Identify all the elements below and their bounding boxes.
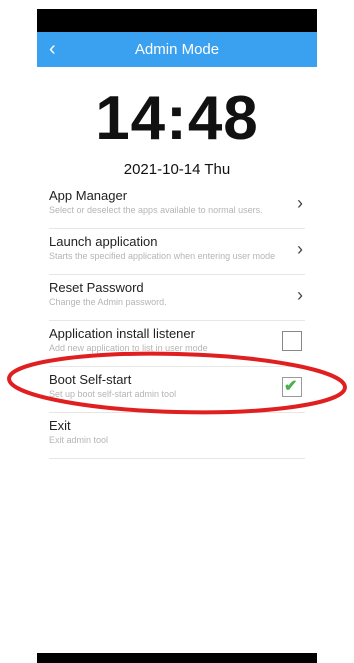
menu-item-subtitle: Add new application to list in user mode [49, 343, 208, 353]
menu-item-install-listener[interactable]: Application install listener Add new app… [49, 322, 305, 367]
menu-item-title: App Manager [49, 188, 128, 203]
menu-item-title: Boot Self-start [49, 372, 132, 387]
menu-item-reset-password[interactable]: Reset Password Change the Admin password… [49, 276, 305, 321]
boot-self-start-checkbox[interactable]: ✔ [282, 377, 302, 397]
phone-screen: ‹ Admin Mode 14:48 2021-10-14 Thu App Ma… [37, 9, 317, 663]
menu-item-subtitle: Starts the specified application when en… [49, 251, 276, 261]
menu-item-boot-self-start[interactable]: Boot Self-start Set up boot self-start a… [49, 368, 305, 413]
menu-item-launch-application[interactable]: Launch application Starts the specified … [49, 230, 305, 275]
menu-item-subtitle: Change the Admin password. [49, 297, 167, 307]
checkmark-icon: ✔ [284, 378, 298, 395]
status-bar [37, 9, 317, 32]
page-title: Admin Mode [134, 41, 220, 58]
menu-item-title: Reset Password [49, 280, 144, 295]
chevron-right-icon: › [297, 285, 303, 305]
menu-item-exit[interactable]: Exit Exit admin tool [49, 414, 305, 459]
chevron-right-icon: › [297, 239, 303, 259]
menu-item-title: Launch application [49, 234, 158, 249]
clock-date: 2021-10-14 Thu [123, 161, 231, 178]
clock-time: 14:48 [95, 84, 259, 153]
menu-item-app-manager[interactable]: App Manager Select or deselect the apps … [49, 184, 305, 229]
menu-item-title: Exit [49, 418, 71, 433]
app-bar: ‹ Admin Mode [37, 32, 317, 67]
menu-item-subtitle: Select or deselect the apps available to… [49, 205, 263, 215]
install-listener-checkbox[interactable] [282, 331, 302, 351]
chevron-right-icon: › [297, 193, 303, 213]
menu-item-subtitle: Exit admin tool [49, 435, 109, 445]
menu-item-subtitle: Set up boot self-start admin tool [49, 389, 177, 399]
navigation-bar [37, 653, 317, 663]
menu-item-title: Application install listener [49, 326, 195, 341]
